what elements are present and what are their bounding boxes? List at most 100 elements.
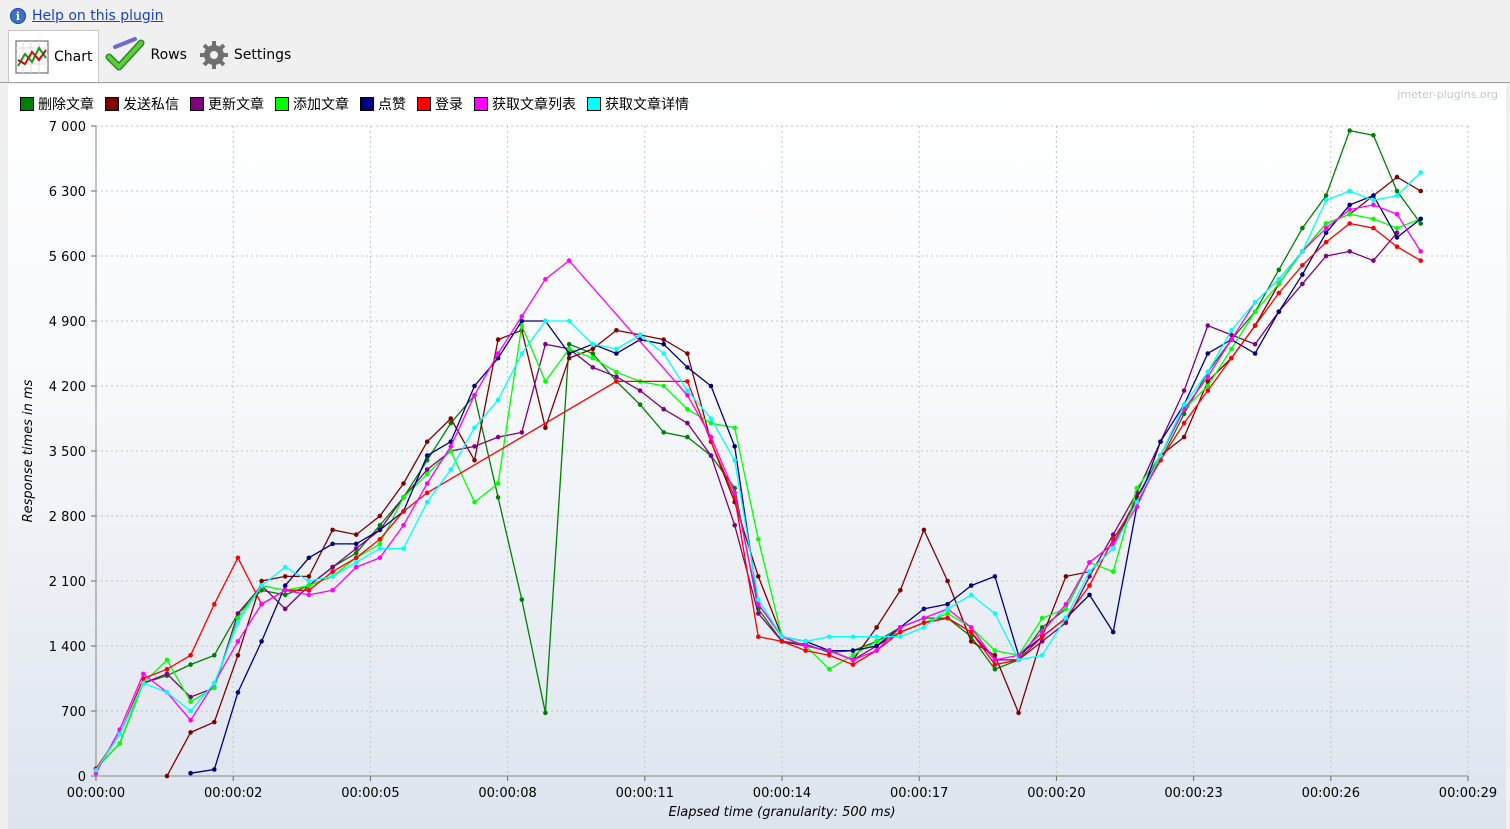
data-point	[472, 393, 477, 398]
data-point	[685, 351, 690, 356]
data-point	[259, 639, 264, 644]
data-point	[282, 588, 288, 593]
data-point	[472, 499, 477, 505]
data-point	[1276, 309, 1282, 314]
chart-legend: 删除文章 发送私信 更新文章 添加文章 点赞 登录 获取文章列表 获取文章详情	[20, 94, 700, 114]
data-point	[259, 583, 264, 588]
data-point	[874, 643, 879, 649]
data-point	[921, 606, 927, 612]
data-point	[708, 416, 714, 421]
data-point	[1110, 569, 1116, 574]
data-point	[1300, 272, 1305, 277]
y-tick-label: 6 300	[49, 185, 86, 200]
data-point	[93, 768, 99, 773]
data-point	[637, 402, 643, 407]
data-point	[1063, 606, 1069, 612]
data-point	[1134, 485, 1140, 491]
checkmark-icon	[105, 37, 145, 71]
y-tick-label: 4 200	[49, 380, 86, 395]
data-point	[353, 555, 359, 561]
data-point	[424, 471, 430, 477]
tab-divider	[0, 82, 1510, 83]
data-point	[1181, 402, 1187, 407]
data-point	[779, 634, 785, 639]
data-point	[1394, 211, 1400, 217]
data-point	[945, 606, 950, 612]
y-axis-title: Response times in ms	[21, 379, 36, 522]
data-point	[661, 351, 666, 356]
data-point	[1323, 193, 1329, 198]
data-point	[353, 560, 359, 565]
data-point	[1039, 615, 1045, 621]
help-bar: i Help on this plugin	[10, 6, 164, 26]
legend-label: 添加文章	[293, 97, 349, 113]
tab-rows[interactable]: Rows	[99, 30, 192, 80]
data-point	[1418, 188, 1423, 194]
data-point	[543, 425, 548, 431]
data-point	[1323, 239, 1329, 245]
data-point	[685, 393, 690, 398]
help-link[interactable]: Help on this plugin	[32, 8, 164, 24]
y-tick-label: 0	[78, 770, 86, 785]
data-point	[1371, 133, 1376, 138]
data-point	[1110, 629, 1116, 635]
data-point	[1205, 369, 1211, 375]
data-point	[212, 653, 217, 658]
series-line-1	[95, 129, 1422, 770]
data-point	[661, 383, 666, 389]
info-icon: i	[10, 8, 26, 24]
data-point	[1394, 225, 1400, 231]
data-point	[1229, 346, 1234, 352]
data-point	[188, 718, 193, 723]
data-point	[685, 379, 690, 384]
data-point	[779, 639, 785, 644]
data-point	[1229, 355, 1234, 361]
data-point	[1276, 281, 1282, 287]
data-point	[1252, 351, 1258, 356]
data-point	[235, 690, 241, 695]
data-point	[448, 467, 454, 472]
tab-chart-label: Chart	[54, 48, 93, 65]
data-point	[685, 388, 690, 393]
data-point	[353, 541, 359, 547]
data-point	[353, 550, 359, 556]
data-point	[1205, 323, 1211, 328]
data-point	[685, 434, 690, 440]
data-point	[827, 653, 832, 658]
data-point	[495, 495, 501, 500]
data-point	[1300, 263, 1305, 268]
x-tick-label: 00:00:05	[341, 786, 399, 801]
data-point	[1371, 216, 1376, 222]
data-point	[282, 606, 288, 612]
data-point	[732, 425, 737, 431]
data-point	[1347, 188, 1352, 194]
data-point	[874, 639, 879, 644]
data-point	[1418, 258, 1423, 263]
series-line-4	[95, 213, 1421, 770]
data-point	[1394, 193, 1400, 198]
legend-swatch	[190, 97, 204, 111]
data-point	[590, 365, 596, 370]
data-point	[188, 662, 193, 667]
data-point	[898, 588, 903, 593]
legend-swatch	[360, 97, 374, 111]
data-point	[1347, 207, 1352, 212]
data-point	[543, 379, 548, 384]
data-point	[188, 653, 193, 658]
data-point	[732, 458, 737, 463]
data-point	[330, 564, 335, 570]
data-point	[992, 666, 998, 672]
data-point	[424, 453, 430, 458]
data-point	[519, 351, 525, 356]
data-point	[1158, 439, 1163, 445]
x-tick-label: 00:00:17	[890, 786, 948, 801]
tab-chart[interactable]: Chart	[8, 30, 100, 82]
data-point	[685, 420, 690, 426]
data-point	[330, 574, 335, 579]
x-tick-label: 00:00:08	[478, 786, 536, 801]
tab-settings[interactable]: Settings	[193, 30, 297, 80]
data-point	[685, 365, 690, 370]
data-point	[1063, 601, 1069, 607]
data-point	[1205, 351, 1211, 356]
data-point	[519, 430, 525, 435]
